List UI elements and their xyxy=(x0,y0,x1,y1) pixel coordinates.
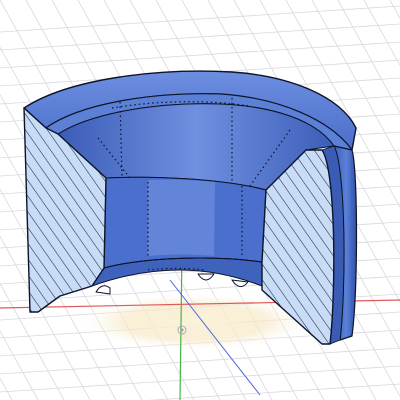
bore-highlight xyxy=(148,179,215,256)
cad-3d-viewport[interactable] xyxy=(0,0,400,400)
scene-canvas[interactable] xyxy=(0,0,400,400)
